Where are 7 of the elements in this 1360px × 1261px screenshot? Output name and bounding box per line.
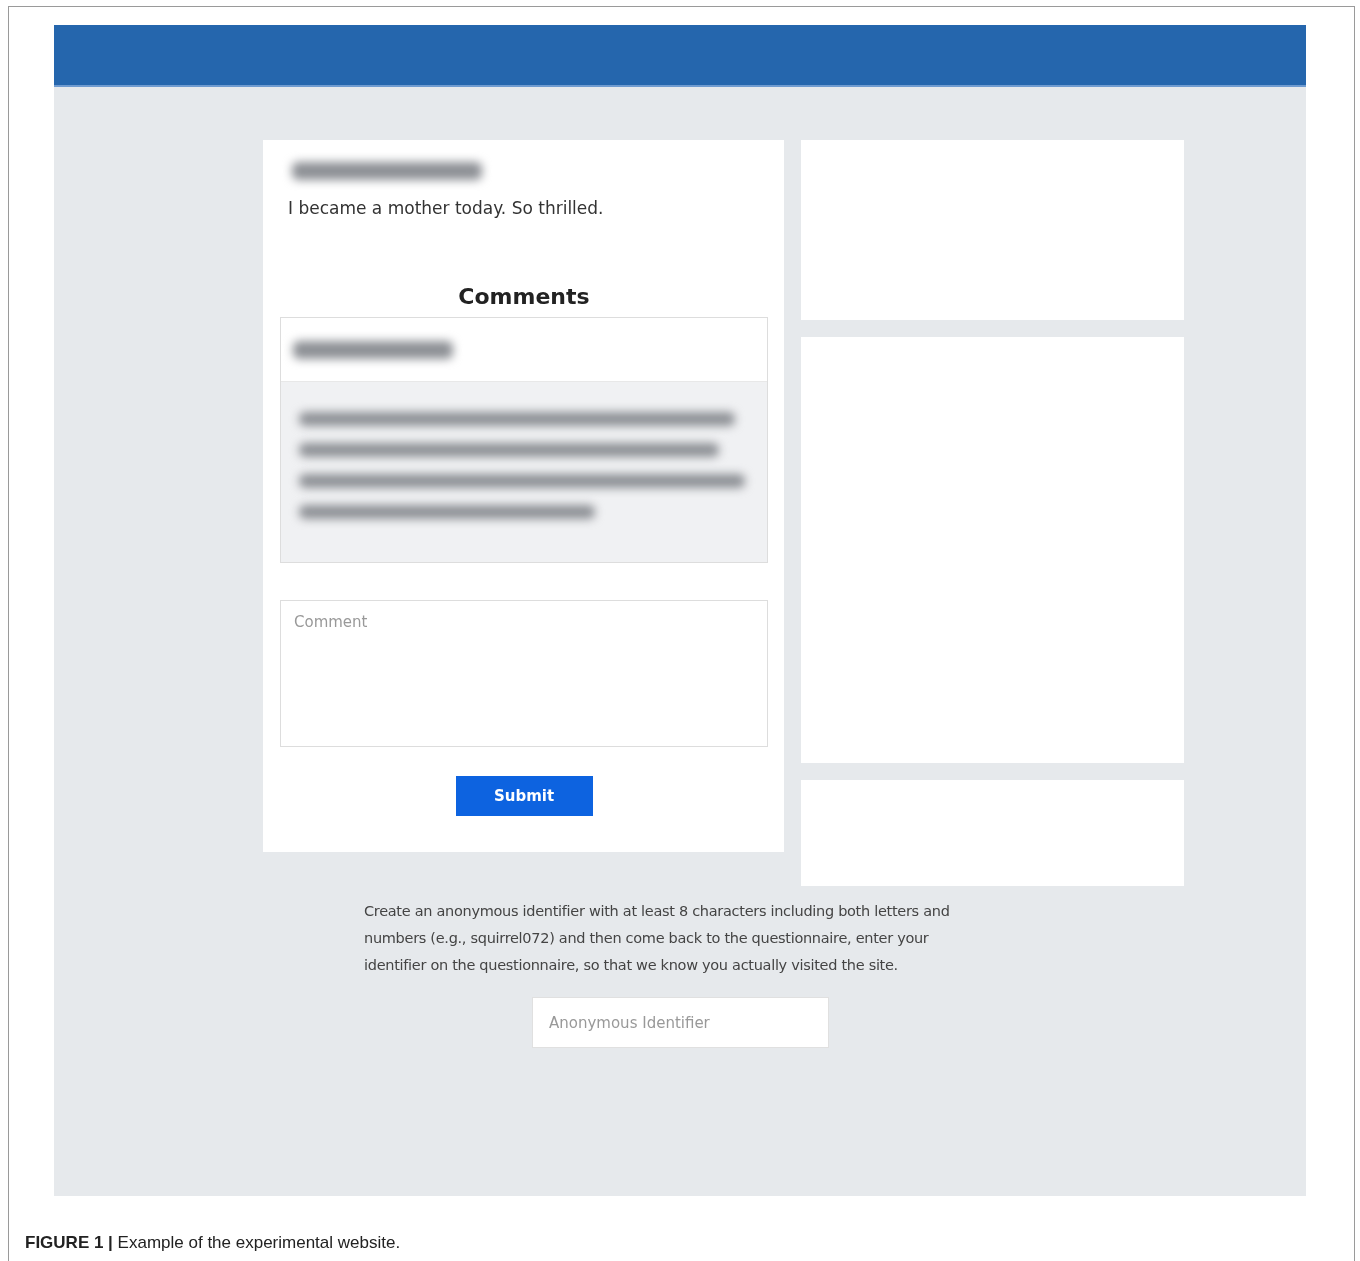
figure-caption: FIGURE 1 | Example of the experimental website. [25,1233,401,1253]
post-text: I became a mother today. So thrilled. [288,198,605,218]
instructions-text: Create an anonymous identifier with at least 8 characters including both letters and numbers (e.g., squirrel072) and then come back to the questionnaire, enter your identifier on the questionnaire, so that we know you actually visited the site. [364,902,951,975]
comments-heading: Comments [457,284,591,309]
comment-field[interactable]: Comment [280,600,768,747]
submit-button[interactable]: Submit [455,776,593,816]
identifier-field[interactable]: Anonymous Identifier [532,997,829,1048]
